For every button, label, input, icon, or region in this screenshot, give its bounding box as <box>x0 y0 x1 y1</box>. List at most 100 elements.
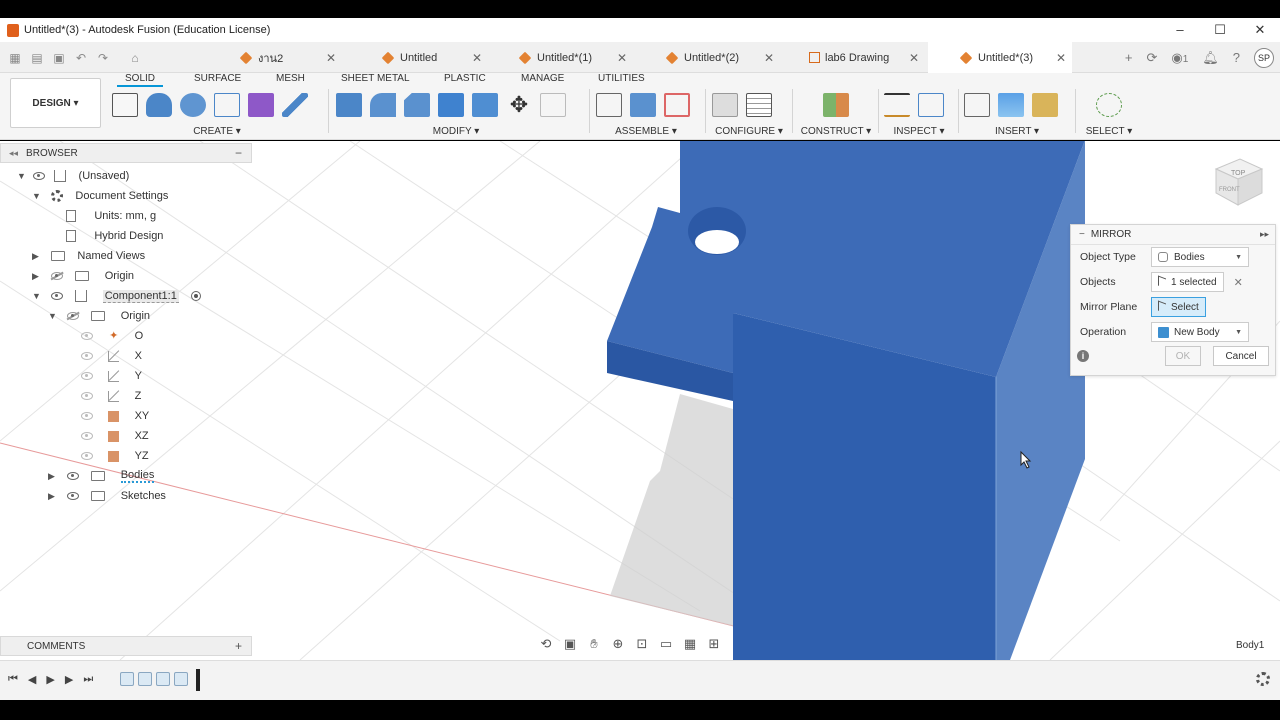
chevron-down-icon[interactable]: ▼ <box>32 191 42 201</box>
activate-radio-icon[interactable] <box>191 291 202 301</box>
ok-button[interactable]: OK <box>1165 346 1201 366</box>
derive-icon[interactable] <box>282 93 308 117</box>
tree-item-z-axis[interactable]: Z <box>81 386 141 406</box>
chevron-right-icon[interactable]: ▶ <box>32 271 42 282</box>
eye-icon[interactable] <box>81 392 93 400</box>
display-settings-icon[interactable]: ▭ <box>658 636 674 652</box>
tab-doc-1[interactable]: งาน2 ✕ <box>239 42 336 73</box>
revolve-icon[interactable] <box>180 93 206 117</box>
eye-icon[interactable] <box>81 372 93 380</box>
chevron-down-icon[interactable]: ▼ <box>48 311 58 321</box>
pan-icon[interactable]: ✋︎ <box>586 636 602 652</box>
chevron-right-icon[interactable]: ▶ <box>48 471 58 482</box>
extrude-icon[interactable] <box>146 93 172 117</box>
timeline-sketch-icon[interactable] <box>156 672 170 686</box>
tree-item-xy-plane[interactable]: XY <box>81 406 149 426</box>
home-icon[interactable]: ⌂ <box>126 51 144 65</box>
tree-item-bodies[interactable]: ▶ Bodies <box>48 466 155 486</box>
step-back-icon[interactable]: ◀ <box>28 673 36 686</box>
tree-item-x-axis[interactable]: X <box>81 346 142 366</box>
info-icon[interactable]: i <box>1077 350 1089 362</box>
shell-icon[interactable] <box>438 93 464 117</box>
construct-menu[interactable]: CONSTRUCT ▾ <box>798 126 874 137</box>
tree-item-units[interactable]: Units: mm, g <box>66 206 156 226</box>
add-comment-button[interactable]: + <box>235 639 242 653</box>
tree-item-hybrid-design[interactable]: Hybrid Design <box>66 226 163 246</box>
pattern-icon[interactable] <box>214 93 240 117</box>
chevron-right-icon[interactable]: ▶ <box>48 491 58 502</box>
tab-mesh[interactable]: MESH <box>276 73 305 84</box>
job-status-icon[interactable]: ◉1 <box>1171 50 1188 66</box>
timeline-extrude-icon[interactable] <box>138 672 152 686</box>
tab-plastic[interactable]: PLASTIC <box>444 73 486 84</box>
tab-doc-4[interactable]: Untitled*(2) ✕ <box>665 42 774 73</box>
tab-doc-3[interactable]: Untitled*(1) ✕ <box>518 42 627 73</box>
close-tab-icon[interactable]: ✕ <box>472 51 482 65</box>
timeline-settings-gear-icon[interactable] <box>1256 672 1270 686</box>
eye-icon[interactable] <box>33 172 46 180</box>
notification-bell-icon[interactable]: 🔔︎ <box>1202 50 1219 66</box>
save-icon[interactable]: ▣ <box>50 51 68 65</box>
select-menu[interactable]: SELECT ▾ <box>1082 126 1136 137</box>
insert-canvas-icon[interactable] <box>998 93 1024 117</box>
3d-viewport[interactable]: TOP FRONT <box>0 141 1280 660</box>
configure-icon[interactable] <box>712 93 738 117</box>
go-to-end-icon[interactable]: ⏭ <box>83 673 93 686</box>
eye-icon[interactable] <box>81 412 93 420</box>
file-menu-icon[interactable]: ▤ <box>28 51 46 65</box>
clear-selection-icon[interactable]: ✕ <box>1234 276 1243 289</box>
grid-menu-icon[interactable]: ▦ <box>6 51 24 65</box>
collapse-dialog-icon[interactable]: − <box>1079 229 1085 240</box>
eye-icon[interactable] <box>81 452 93 460</box>
grid-settings-icon[interactable]: ▦ <box>682 636 698 652</box>
close-tab-icon[interactable]: ✕ <box>617 51 627 65</box>
tree-item-y-axis[interactable]: Y <box>81 366 142 386</box>
eye-hidden-icon[interactable] <box>51 272 64 280</box>
zoom-icon[interactable]: ⊕ <box>610 636 626 652</box>
press-pull-icon[interactable] <box>336 93 362 117</box>
joint-icon[interactable] <box>630 93 656 117</box>
eye-icon[interactable] <box>51 292 64 300</box>
chevron-down-icon[interactable]: ▼ <box>32 291 42 301</box>
tree-item-xz-plane[interactable]: XZ <box>81 426 149 446</box>
inspect-menu[interactable]: INSPECT ▾ <box>884 126 954 137</box>
table-icon[interactable] <box>746 93 772 117</box>
step-forward-icon[interactable]: ▶ <box>65 673 73 686</box>
chevron-right-icon[interactable]: ▶ <box>32 251 42 262</box>
eye-hidden-icon[interactable] <box>67 312 80 320</box>
align-icon[interactable] <box>540 93 566 117</box>
section-analysis-icon[interactable] <box>918 93 944 117</box>
insert-menu[interactable]: INSERT ▾ <box>964 126 1070 137</box>
tree-item-named-views[interactable]: ▶ Named Views <box>32 246 145 266</box>
move-icon[interactable]: ✥ <box>506 93 532 117</box>
minimize-panel-icon[interactable]: − <box>235 146 242 160</box>
tab-doc-2[interactable]: Untitled ✕ <box>381 42 482 73</box>
chamfer-icon[interactable] <box>404 93 430 117</box>
timeline-extrude-icon[interactable] <box>174 672 188 686</box>
operation-dropdown[interactable]: New Body ▼ <box>1151 322 1249 342</box>
model-canvas[interactable]: TOP FRONT <box>0 141 1280 660</box>
minimize-button[interactable]: – <box>1160 18 1200 42</box>
tree-item-unsaved[interactable]: ▼ (Unsaved) <box>17 166 129 186</box>
select-icon[interactable] <box>1096 93 1122 117</box>
tree-item-component1[interactable]: ▼ Component1:1 <box>32 286 202 306</box>
help-icon[interactable]: ? <box>1233 50 1240 65</box>
chevron-down-icon[interactable]: ▼ <box>17 171 27 181</box>
data-panel-icon[interactable]: ⟳ <box>1146 50 1157 66</box>
objects-selection[interactable]: 1 selected <box>1151 272 1224 292</box>
offset-plane-icon[interactable] <box>823 93 849 117</box>
tab-doc-6-active[interactable]: Untitled*(3) ✕ <box>928 42 1072 73</box>
insert-derive-icon[interactable] <box>964 93 990 117</box>
tab-manage[interactable]: MANAGE <box>521 73 564 84</box>
fillet-icon[interactable] <box>370 93 396 117</box>
eye-icon[interactable] <box>81 352 93 360</box>
close-tab-icon[interactable]: ✕ <box>909 51 919 65</box>
tab-doc-5[interactable]: lab6 Drawing ✕ <box>809 42 919 73</box>
eye-icon[interactable] <box>67 472 80 480</box>
view-cube[interactable]: TOP FRONT <box>1214 158 1264 206</box>
tab-surface[interactable]: SURFACE <box>194 73 241 84</box>
user-avatar[interactable]: SP <box>1254 47 1274 68</box>
close-window-button[interactable]: ✕ <box>1240 18 1280 42</box>
tab-utilities[interactable]: UTILITIES <box>598 73 645 84</box>
new-component-icon[interactable] <box>596 93 622 117</box>
